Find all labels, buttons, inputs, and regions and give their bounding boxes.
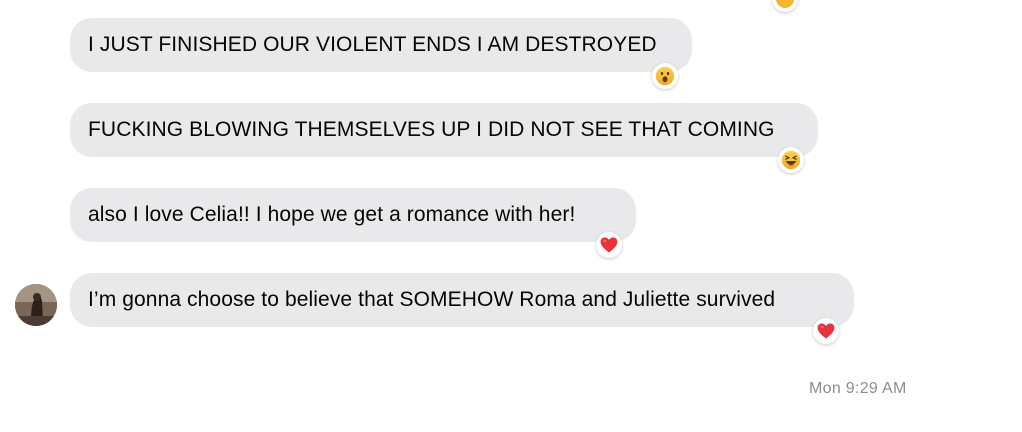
message-text: also I love Celia!! I hope we get a roma… — [88, 203, 576, 226]
heart-icon — [600, 237, 618, 253]
message-bubble[interactable]: also I love Celia!! I hope we get a roma… — [70, 188, 636, 242]
reaction-wow[interactable] — [652, 63, 678, 89]
message-bubble[interactable]: I JUST FINISHED OUR VIOLENT ENDS I AM DE… — [70, 18, 692, 72]
reaction-laugh[interactable] — [778, 147, 804, 173]
message-text: I’m gonna choose to believe that SOMEHOW… — [88, 288, 776, 311]
reaction-heart[interactable] — [596, 232, 622, 258]
message-timestamp: Mon 9:29 AM — [809, 380, 907, 397]
previous-reaction-icon[interactable] — [772, 0, 798, 12]
message-bubble[interactable]: FUCKING BLOWING THEMSELVES UP I DID NOT … — [70, 103, 818, 157]
avatar-photo — [15, 284, 57, 326]
laughing-face-icon — [781, 150, 801, 170]
message-bubble[interactable]: I’m gonna choose to believe that SOMEHOW… — [70, 273, 854, 327]
message-text: FUCKING BLOWING THEMSELVES UP I DID NOT … — [88, 118, 775, 141]
message-text: I JUST FINISHED OUR VIOLENT ENDS I AM DE… — [88, 33, 657, 56]
heart-icon — [817, 323, 835, 339]
emoji-face-icon — [776, 0, 794, 8]
reaction-heart[interactable] — [813, 318, 839, 344]
wow-face-icon — [655, 66, 675, 86]
avatar[interactable] — [15, 284, 57, 326]
